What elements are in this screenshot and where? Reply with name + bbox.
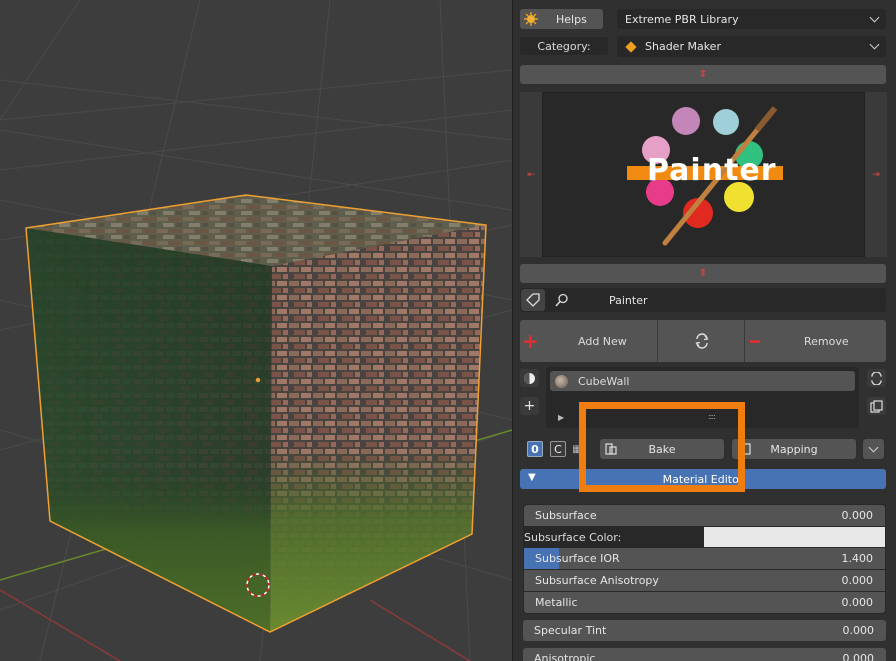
property-value: 0.000 (842, 624, 875, 637)
property-anisotropic[interactable]: Anisotropic 0.000 (523, 648, 886, 661)
property-metallic[interactable]: Metallic 0.000 (524, 592, 885, 613)
resize-vertical-icon: ⇕ (698, 69, 708, 80)
minus-icon: ━ (750, 331, 760, 351)
material-sphere-button[interactable] (520, 369, 539, 387)
arrow-right-icon: ⇥ (872, 169, 880, 180)
search-icon (555, 293, 569, 307)
library-dropdown[interactable]: Extreme PBR Library (617, 9, 886, 29)
slot-index-label: 0 (531, 442, 539, 456)
plus-icon: + (523, 398, 536, 414)
property-label: Subsurface (535, 509, 597, 522)
arrow-left-icon: ⇤ (527, 169, 535, 180)
resize-vertical-icon: ⇕ (698, 268, 708, 279)
list-item[interactable]: CubeWall (550, 371, 855, 391)
copy-button[interactable] (867, 397, 886, 415)
property-subsurface[interactable]: Subsurface 0.000 (524, 505, 885, 526)
helps-icon (524, 12, 538, 26)
c-toggle[interactable]: C (550, 441, 566, 457)
property-label: Anisotropic (534, 652, 596, 661)
preview-collapse-bottom-button[interactable]: ⇕ (520, 264, 886, 283)
helps-label: Helps (556, 12, 587, 26)
material-preview-icon (555, 374, 568, 388)
chevron-down-icon (869, 39, 880, 50)
library-value: Extreme PBR Library (625, 12, 739, 26)
c-toggle-label: C (554, 442, 562, 456)
mapping-label: Mapping (770, 442, 818, 456)
copy-icon (870, 399, 883, 413)
category-value: Shader Maker (645, 40, 721, 53)
refresh-button[interactable] (659, 320, 745, 362)
viewport-scene (0, 0, 512, 661)
add-new-button[interactable]: + Add New (520, 320, 658, 362)
preview-next-button[interactable]: ⇥ (865, 92, 887, 257)
plus-icon: + (522, 329, 539, 353)
preview-thumbnail[interactable]: Painter (542, 92, 865, 257)
property-value: 0.000 (841, 596, 874, 609)
mapping-button[interactable]: Mapping (732, 439, 856, 459)
preview-prev-button[interactable]: ⇤ (520, 92, 542, 257)
sync-button[interactable] (867, 369, 886, 387)
property-value: 0.000 (841, 509, 874, 522)
property-specular-tint[interactable]: Specular Tint 0.000 (523, 620, 886, 641)
add-slot-button[interactable]: + (520, 397, 539, 415)
expand-arrow-icon[interactable]: ▶ (558, 413, 564, 422)
category-dropdown[interactable]: Shader Maker (617, 36, 886, 57)
property-label: Metallic (535, 596, 578, 609)
highlight-box (579, 402, 745, 492)
property-value: 0.000 (842, 652, 875, 661)
property-subsurface-ior[interactable]: Subsurface IOR 1.400 (524, 548, 885, 569)
property-value: 1.400 (841, 552, 874, 565)
3d-viewport[interactable] (0, 0, 512, 661)
remove-label: Remove (804, 334, 849, 348)
material-sphere-icon (523, 372, 536, 385)
property-label: Specular Tint (534, 624, 607, 637)
helps-button[interactable]: Helps (520, 9, 603, 29)
sync-icon (870, 371, 883, 385)
addon-panel: Helps Extreme PBR Library Category: Shad… (512, 0, 896, 661)
search-input[interactable] (609, 293, 849, 307)
remove-button[interactable]: ━ Remove (746, 320, 886, 362)
chevron-down-icon (868, 442, 879, 452)
property-label: Subsurface IOR (535, 552, 620, 565)
bake-options-dropdown[interactable] (863, 439, 884, 459)
property-label: Subsurface Anisotropy (535, 574, 659, 587)
material-name: CubeWall (578, 374, 630, 388)
tag-icon[interactable] (521, 289, 545, 311)
category-label: Category: (537, 39, 591, 53)
add-new-label: Add New (578, 334, 627, 348)
refresh-icon (694, 333, 710, 349)
category-label-box: Category: (520, 37, 608, 55)
properties-group: Subsurface 0.000 Subsurface Color: Subsu… (523, 504, 886, 614)
slot-index-toggle[interactable]: 0 (527, 441, 543, 457)
diamond-icon (625, 40, 637, 53)
preview-title: Painter (647, 153, 777, 188)
search-row (520, 288, 886, 312)
preview-collapse-top-button[interactable]: ⇕ (520, 65, 886, 84)
property-value: 0.000 (841, 574, 874, 587)
property-label: Subsurface Color: (524, 530, 622, 544)
chevron-down-icon (869, 12, 880, 22)
property-subsurface-anisotropy[interactable]: Subsurface Anisotropy 0.000 (524, 570, 885, 591)
property-subsurface-color: Subsurface Color: (523, 526, 886, 548)
collapse-triangle-icon: ▼ (528, 472, 536, 483)
subsurface-color-swatch[interactable] (704, 527, 885, 547)
